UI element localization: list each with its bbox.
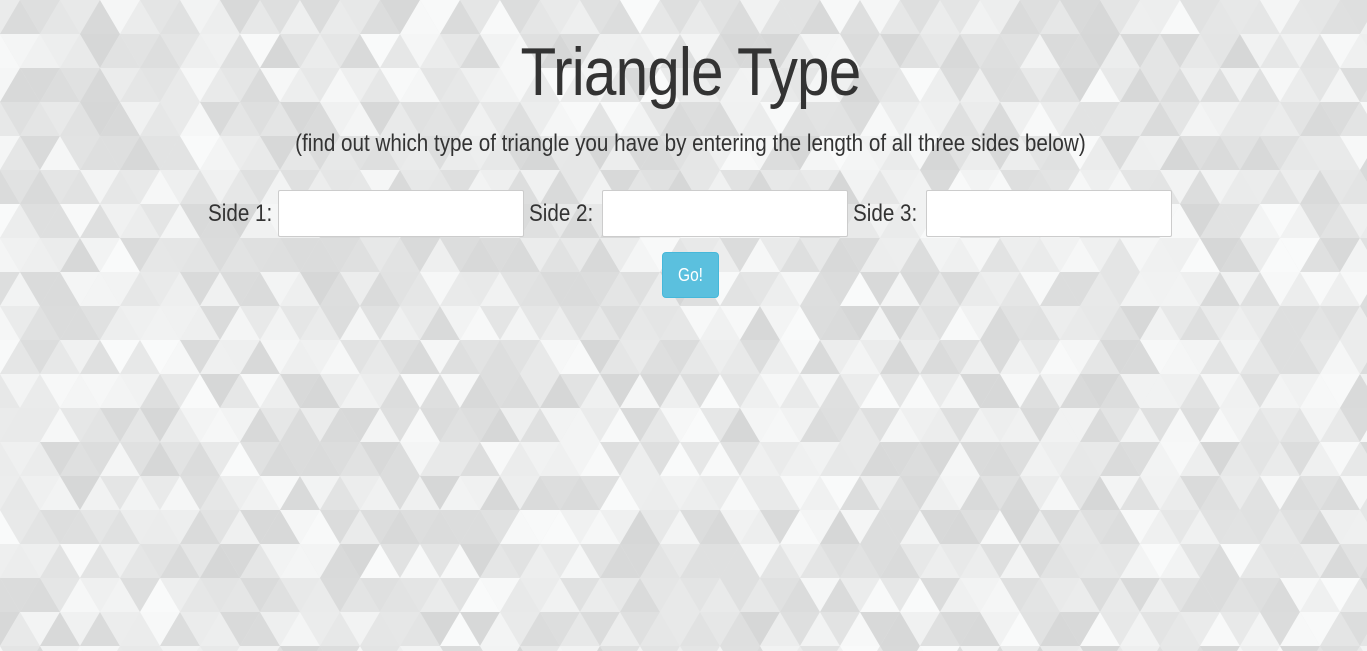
go-button-label: Go! <box>678 264 703 285</box>
go-button[interactable]: Go! <box>662 252 719 298</box>
side-3-label: Side 3: <box>853 200 918 227</box>
page-subtitle: (find out which type of triangle you hav… <box>295 130 1086 157</box>
side-2-input[interactable] <box>602 190 848 237</box>
side-3-input[interactable] <box>926 190 1172 237</box>
side-1-input[interactable] <box>278 190 524 237</box>
triangle-form: Side 1: Side 2: Side 3: <box>0 190 1367 238</box>
side-1-label: Side 1: <box>208 200 273 227</box>
side-2-label: Side 2: <box>529 200 594 227</box>
page-title: Triangle Type <box>520 34 861 110</box>
